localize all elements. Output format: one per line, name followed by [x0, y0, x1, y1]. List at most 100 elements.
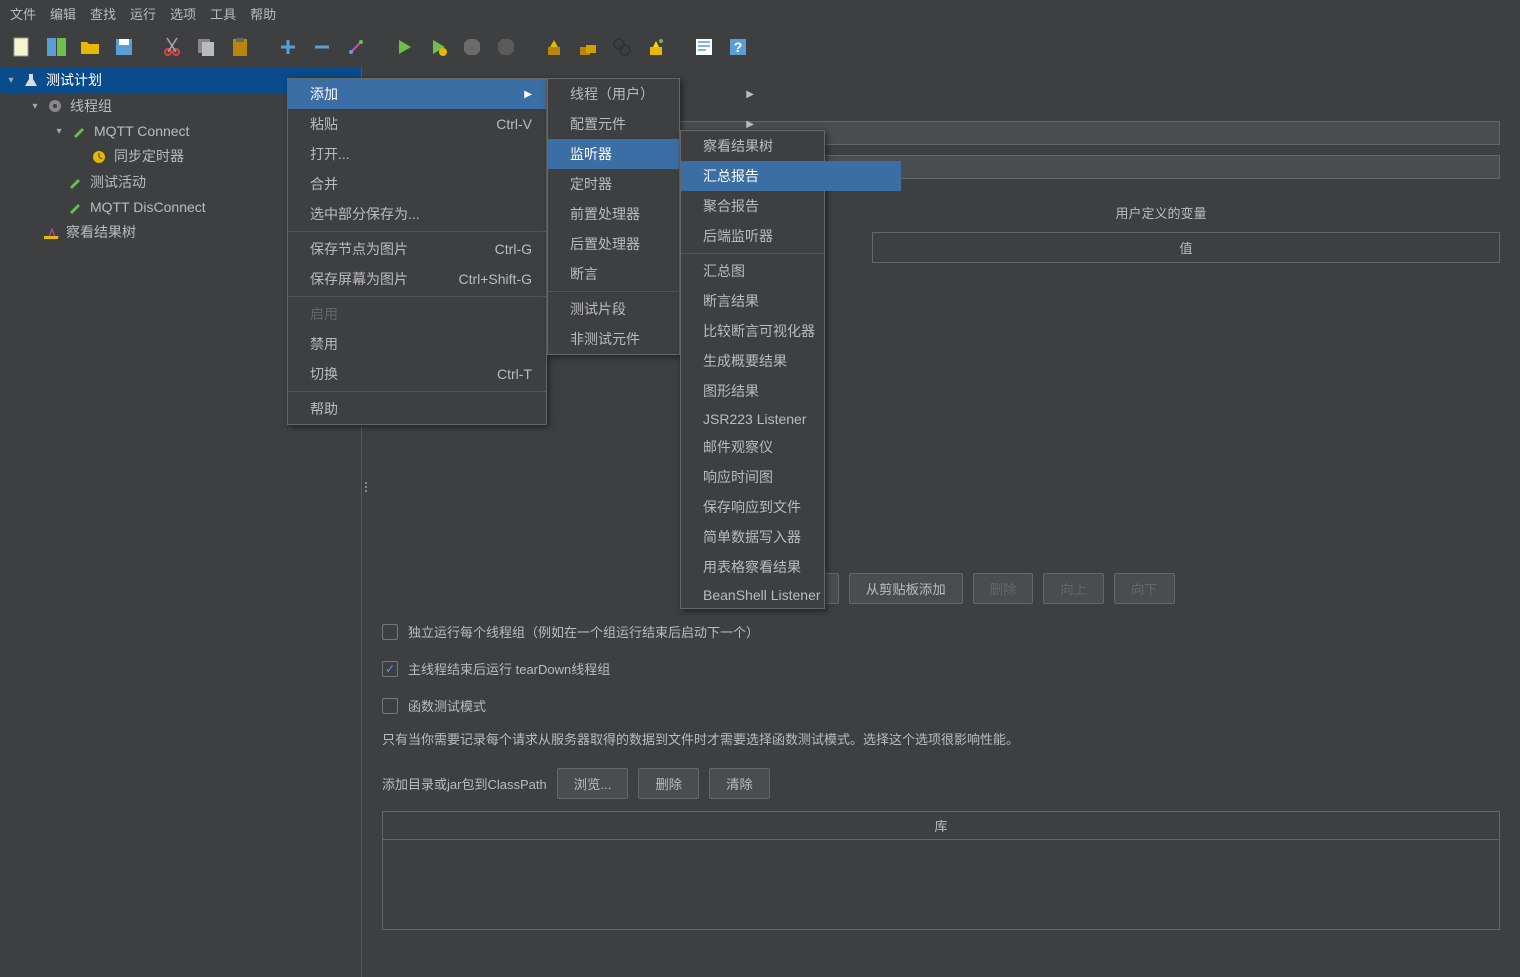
- menu-separator: [681, 253, 824, 254]
- chevron-down-icon[interactable]: ▾: [28, 99, 42, 113]
- listener-item[interactable]: 用表格察看结果: [681, 552, 901, 582]
- svg-text:?: ?: [734, 39, 743, 55]
- copy-icon[interactable]: [192, 33, 220, 61]
- delete-button[interactable]: 删除: [973, 573, 1034, 604]
- menu-open[interactable]: 打开...: [288, 139, 546, 169]
- listener-item[interactable]: 聚合报告: [681, 191, 901, 221]
- splitter-handle[interactable]: [362, 477, 370, 497]
- down-button[interactable]: 向下: [1114, 573, 1175, 604]
- menu-save-node-image[interactable]: 保存节点为图片Ctrl-G: [288, 234, 546, 264]
- menu-paste[interactable]: 粘贴Ctrl-V: [288, 109, 546, 139]
- submenu-arrow-icon: ▶: [746, 89, 754, 100]
- menu-disable[interactable]: 禁用: [288, 329, 546, 359]
- menubar: 文件 编辑 查找 运行 选项 工具 帮助: [0, 0, 1520, 27]
- menu-merge[interactable]: 合并: [288, 169, 546, 199]
- clear-icon[interactable]: [540, 33, 568, 61]
- up-button[interactable]: 向上: [1043, 573, 1104, 604]
- listener-item[interactable]: 生成概要结果: [681, 346, 901, 376]
- listener-item[interactable]: 邮件观察仪: [681, 432, 901, 462]
- listener-item[interactable]: 汇总图: [681, 256, 901, 286]
- cp-delete-button[interactable]: 删除: [638, 768, 699, 799]
- chevron-down-icon[interactable]: ▾: [52, 124, 66, 138]
- menu-tools[interactable]: 工具: [210, 4, 236, 23]
- tree-label: 测试活动: [90, 172, 146, 192]
- function-helper-icon[interactable]: [690, 33, 718, 61]
- context-menu: 添加▶ 粘贴Ctrl-V 打开... 合并 选中部分保存为... 保存节点为图片…: [287, 78, 547, 425]
- menu-run[interactable]: 运行: [130, 4, 156, 23]
- open-icon[interactable]: [76, 33, 104, 61]
- menu-file[interactable]: 文件: [10, 4, 36, 23]
- col-value: 值: [872, 232, 1500, 263]
- reset-search-icon[interactable]: [642, 33, 670, 61]
- add-submenu: 线程（用户）▶ 配置元件▶ 监听器▶ 定时器▶ 前置处理器▶ 后置处理器▶ 断言…: [547, 78, 680, 355]
- menu-save-screen-image[interactable]: 保存屏幕为图片Ctrl+Shift-G: [288, 264, 546, 294]
- menu-separator: [288, 391, 546, 392]
- sampler-icon: [70, 122, 88, 140]
- shutdown-icon[interactable]: [492, 33, 520, 61]
- listener-item[interactable]: JSR223 Listener: [681, 406, 901, 432]
- help-icon[interactable]: ?: [724, 33, 752, 61]
- tree-label: 测试计划: [46, 70, 102, 90]
- submenu-threads[interactable]: 线程（用户）▶: [548, 79, 768, 109]
- sampler-icon: [66, 198, 84, 216]
- expand-icon[interactable]: [274, 33, 302, 61]
- submenu-arrow-icon: ▶: [524, 89, 532, 100]
- collapse-icon[interactable]: [308, 33, 336, 61]
- listener-submenu: 察看结果树 汇总报告 聚合报告 后端监听器 汇总图 断言结果 比较断言可视化器 …: [680, 130, 825, 609]
- submenu-arrow-icon: ▶: [746, 119, 754, 130]
- toggle-icon[interactable]: [342, 33, 370, 61]
- clear-all-icon[interactable]: [574, 33, 602, 61]
- menu-help[interactable]: 帮助: [250, 4, 276, 23]
- menu-help[interactable]: 帮助: [288, 394, 546, 424]
- browse-button[interactable]: 浏览...: [557, 768, 629, 799]
- listener-item[interactable]: 响应时间图: [681, 462, 901, 492]
- menu-save-selection[interactable]: 选中部分保存为...: [288, 199, 546, 229]
- classpath-label: 添加目录或jar包到ClassPath: [382, 774, 547, 793]
- new-icon[interactable]: [8, 33, 36, 61]
- templates-icon[interactable]: [42, 33, 70, 61]
- listener-item[interactable]: 比较断言可视化器: [681, 316, 901, 346]
- tree-label: 线程组: [70, 96, 112, 116]
- listener-item[interactable]: 察看结果树: [681, 131, 901, 161]
- library-list[interactable]: [382, 840, 1500, 930]
- clear-button[interactable]: 清除: [709, 768, 770, 799]
- serial-checkbox[interactable]: [382, 624, 398, 640]
- listener-item[interactable]: 图形结果: [681, 376, 901, 406]
- chevron-down-icon[interactable]: ▾: [4, 73, 18, 87]
- menu-enable: 启用: [288, 299, 546, 329]
- menu-separator: [548, 291, 679, 292]
- menu-edit[interactable]: 编辑: [50, 4, 76, 23]
- start-no-timers-icon[interactable]: [424, 33, 452, 61]
- paste-icon[interactable]: [226, 33, 254, 61]
- serial-label: 独立运行每个线程组（例如在一个组运行结束后启动下一个）: [408, 622, 759, 641]
- save-icon[interactable]: [110, 33, 138, 61]
- teardown-checkbox[interactable]: ✓: [382, 661, 398, 677]
- vars-section-title: 用户定义的变量: [822, 199, 1500, 226]
- sampler-icon: [66, 173, 84, 191]
- menu-search[interactable]: 查找: [90, 4, 116, 23]
- vars-button-row: 详细 添加 从剪贴板添加 删除 向上 向下: [382, 573, 1500, 604]
- listener-item[interactable]: 简单数据写入器: [681, 522, 901, 552]
- menu-toggle[interactable]: 切换Ctrl-T: [288, 359, 546, 389]
- gear-icon: [46, 97, 64, 115]
- tree-label: MQTT DisConnect: [90, 199, 206, 215]
- listener-item[interactable]: BeanShell Listener: [681, 582, 901, 608]
- tree-label: 同步定时器: [114, 146, 184, 166]
- menu-separator: [288, 296, 546, 297]
- listener-item[interactable]: 后端监听器: [681, 221, 901, 251]
- functional-checkbox[interactable]: [382, 698, 398, 714]
- flask-icon: [22, 71, 40, 89]
- menu-add[interactable]: 添加▶: [288, 79, 546, 109]
- cut-icon[interactable]: [158, 33, 186, 61]
- stop-icon[interactable]: [458, 33, 486, 61]
- listener-item[interactable]: 保存响应到文件: [681, 492, 901, 522]
- listener-item[interactable]: 汇总报告: [681, 161, 901, 191]
- menu-options[interactable]: 选项: [170, 4, 196, 23]
- start-icon[interactable]: [390, 33, 418, 61]
- timer-icon: [90, 147, 108, 165]
- functional-note: 只有当你需要记录每个请求从服务器取得的数据到文件时才需要选择函数测试模式。选择这…: [382, 729, 1500, 748]
- tree-label: MQTT Connect: [94, 123, 189, 139]
- search-icon[interactable]: [608, 33, 636, 61]
- library-header: 库: [382, 811, 1500, 840]
- listener-item[interactable]: 断言结果: [681, 286, 901, 316]
